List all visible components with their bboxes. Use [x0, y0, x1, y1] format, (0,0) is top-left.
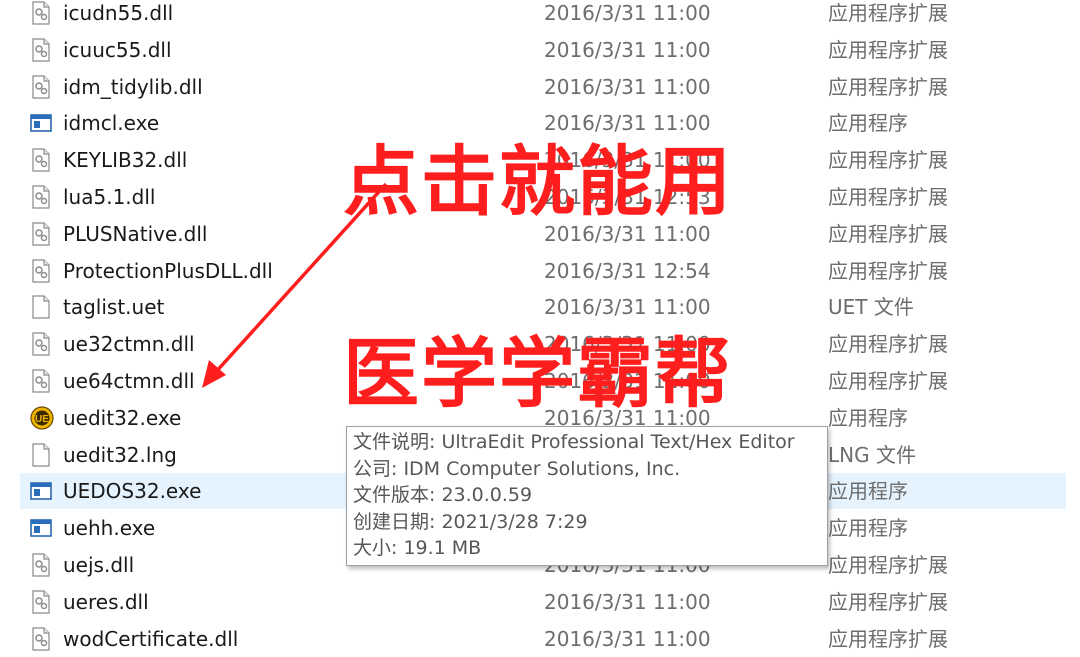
tooltip-description: 文件说明: UltraEdit Professional Text/Hex Ed… — [353, 431, 795, 453]
tooltip-created: 创建日期: 2021/3/28 7:29 — [353, 510, 588, 533]
tooltip-company: 公司: IDM Computer Solutions, Inc. — [353, 457, 681, 480]
tooltip-version: 文件版本: 23.0.0.59 — [353, 484, 533, 506]
dll-icon — [30, 626, 52, 651]
arrow-line — [212, 182, 388, 376]
tooltip-size: 大小: 19.1 MB — [353, 537, 482, 559]
file-tooltip: 文件说明: UltraEdit Professional Text/Hex Ed… — [346, 426, 828, 566]
